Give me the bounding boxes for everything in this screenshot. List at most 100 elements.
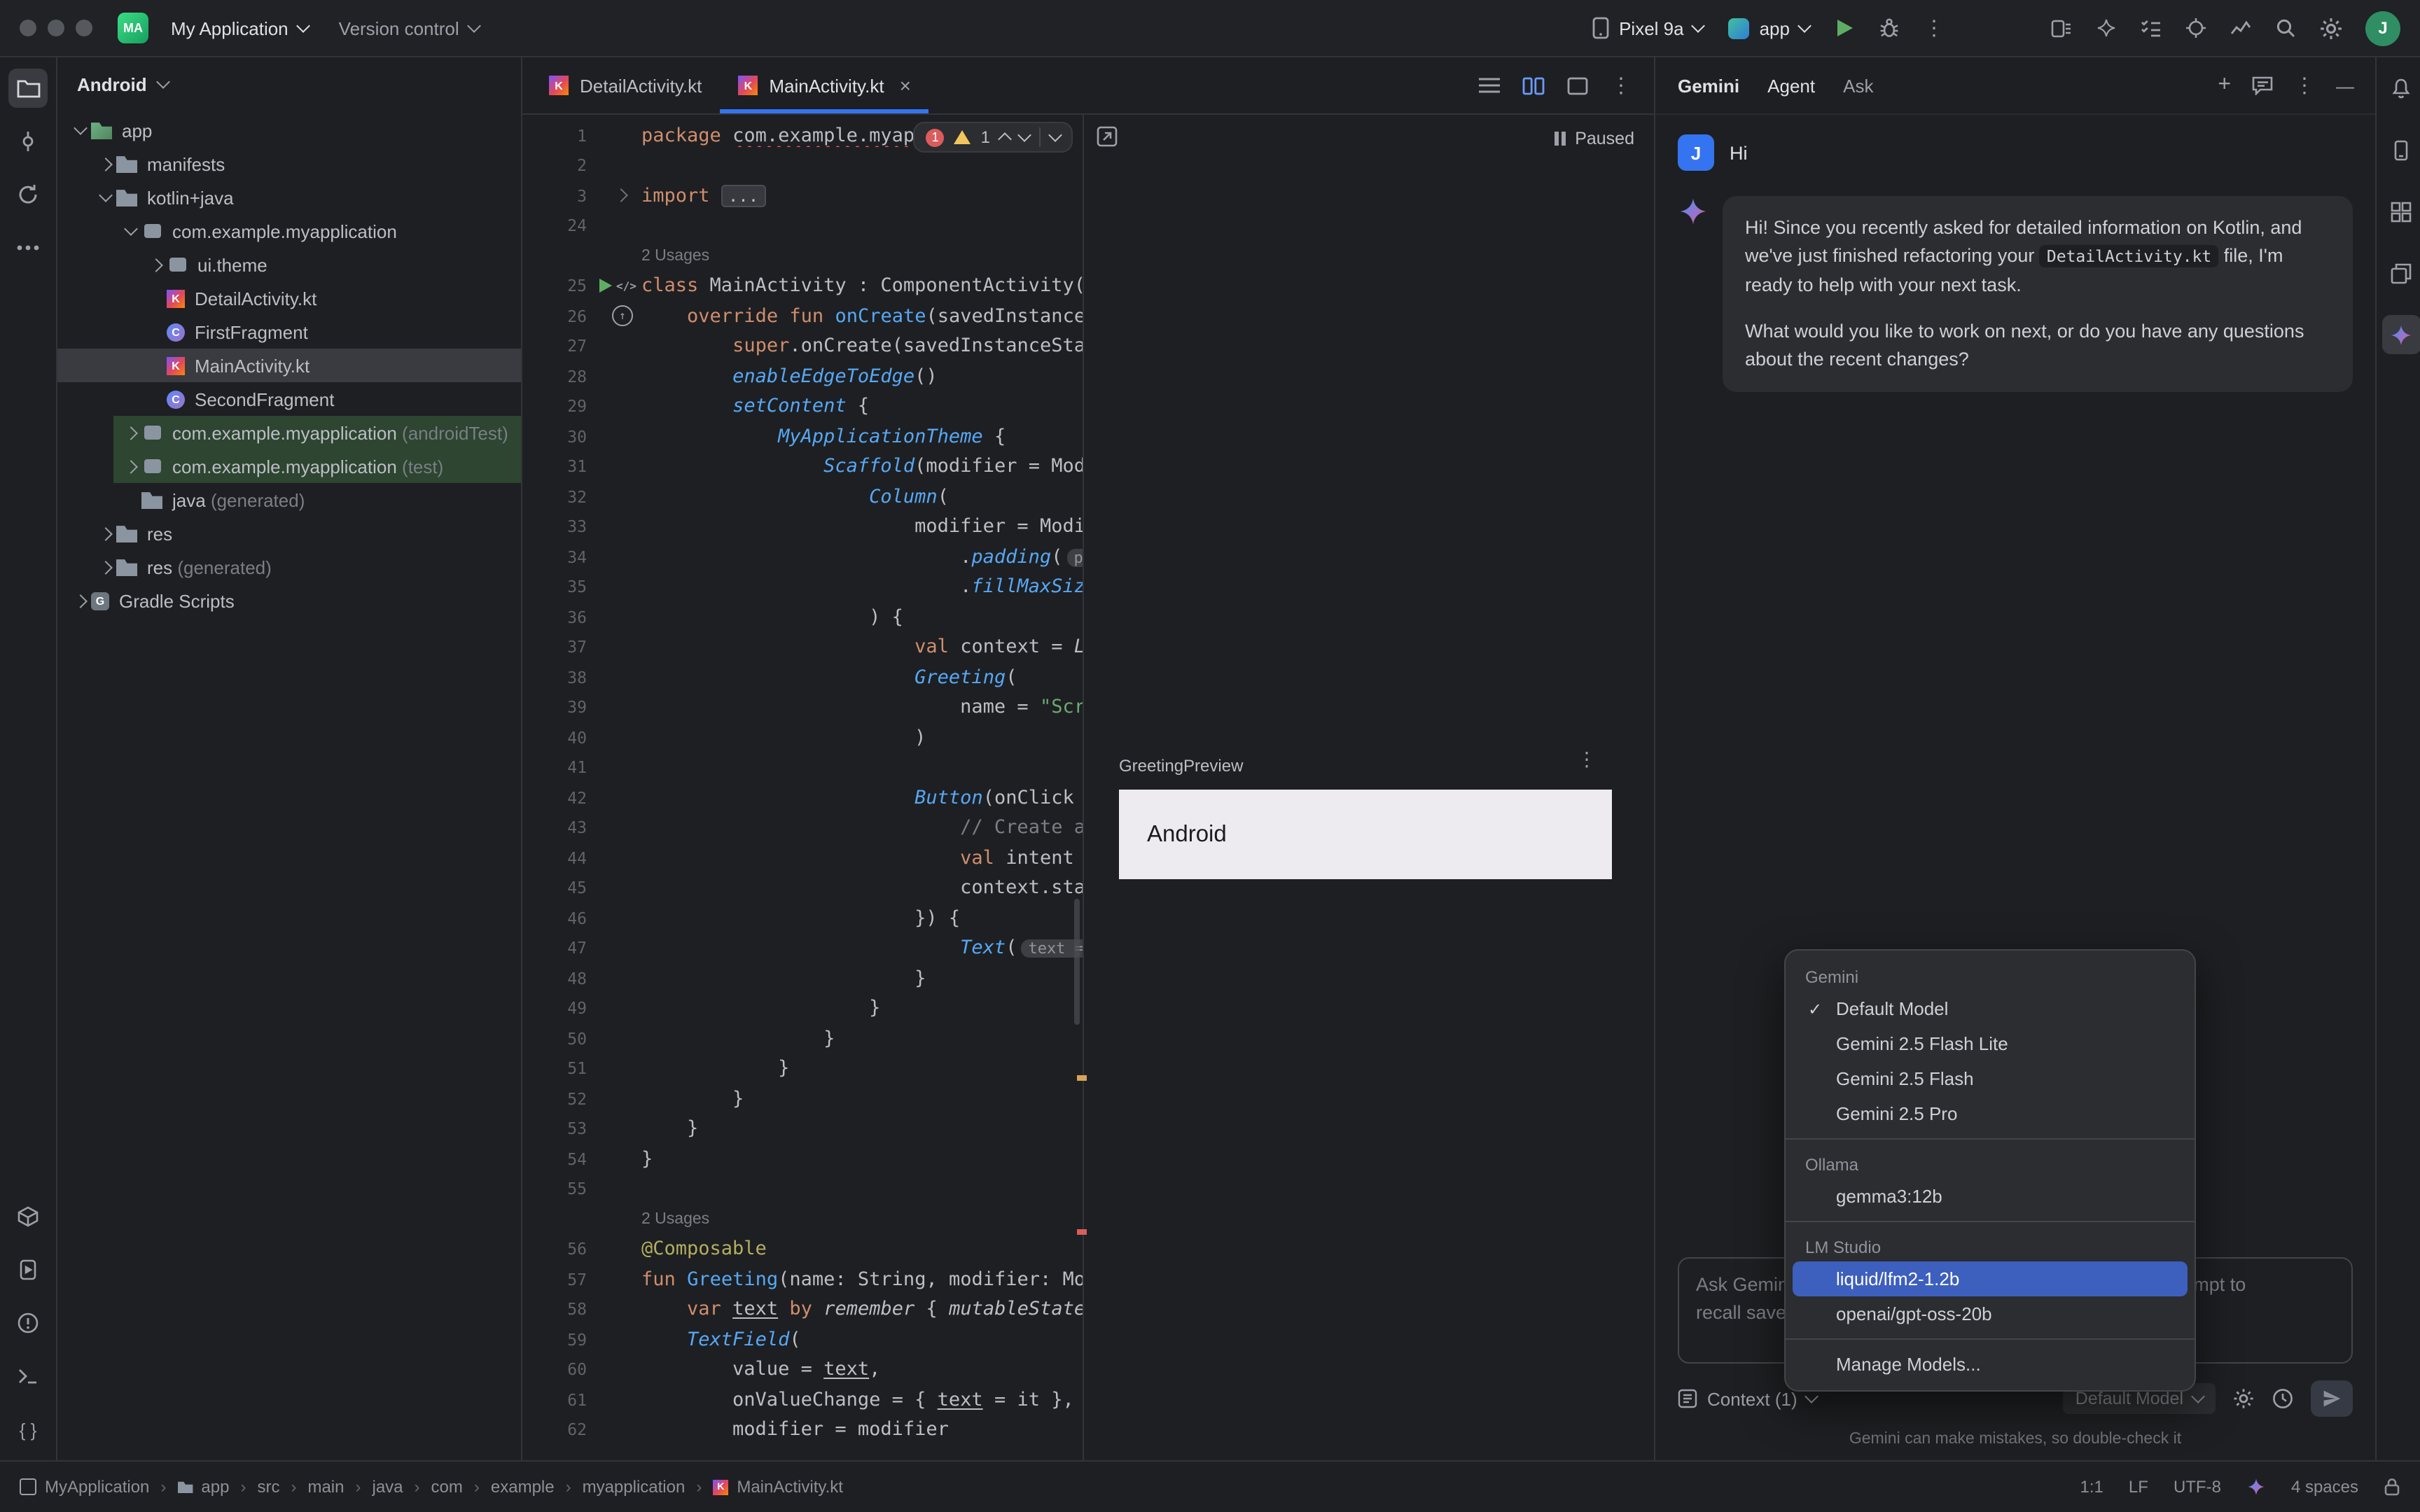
lock-icon[interactable]: [2384, 1477, 2400, 1497]
build-tool-icon[interactable]: [8, 1197, 48, 1236]
chevron-down-icon[interactable]: [69, 127, 91, 133]
code-line-46[interactable]: 46 }) {: [522, 903, 1083, 933]
preview-status[interactable]: Paused: [1554, 129, 1634, 148]
device-explorer-icon[interactable]: [2381, 130, 2420, 169]
code-line-30[interactable]: 30 MyApplicationTheme {: [522, 421, 1083, 451]
line-number[interactable]: 27: [522, 337, 599, 356]
sync-icon[interactable]: [8, 175, 48, 214]
problems-icon[interactable]: [8, 1303, 48, 1343]
inspection-menu-icon[interactable]: [1048, 128, 1062, 142]
design-view-icon[interactable]: [1567, 76, 1588, 94]
tree-item-firstfragment[interactable]: CFirstFragment: [57, 315, 521, 349]
code-line-47[interactable]: 47 Text(text = "G: [522, 933, 1083, 963]
breadcrumb-app[interactable]: app: [177, 1477, 229, 1497]
line-number[interactable]: 29: [522, 397, 599, 416]
line-number[interactable]: 3: [522, 186, 599, 206]
breadcrumb-myapplication[interactable]: MyApplication: [20, 1477, 149, 1497]
layout-inspector-icon[interactable]: [2381, 253, 2420, 293]
vcs-menu[interactable]: Version control: [331, 12, 487, 44]
tree-item-ui-theme[interactable]: ui.theme: [57, 248, 521, 281]
line-number[interactable]: 59: [522, 1330, 599, 1350]
line-number[interactable]: 58: [522, 1300, 599, 1320]
code-line-26[interactable]: 26↑ override fun onCreate(savedInstanceS…: [522, 301, 1083, 331]
line-number[interactable]: 40: [522, 728, 599, 748]
search-icon[interactable]: [2274, 17, 2297, 39]
line-number[interactable]: 28: [522, 367, 599, 386]
code-editor[interactable]: 1 1 1package com.example.myappli23import…: [522, 115, 1083, 1460]
code-line-61[interactable]: 61 onValueChange = { text = it },: [522, 1385, 1083, 1415]
code-line-52[interactable]: 52 }: [522, 1084, 1083, 1114]
profiler-icon[interactable]: [2230, 17, 2252, 39]
project-tool-icon[interactable]: [8, 69, 48, 108]
inspection-widget[interactable]: 1 1: [914, 122, 1073, 153]
line-number[interactable]: 53: [522, 1119, 599, 1139]
warning-stripe-mark[interactable]: [1077, 1075, 1087, 1081]
line-number[interactable]: 47: [522, 939, 599, 958]
tab-agent[interactable]: Agent: [1767, 75, 1815, 96]
model-option-gemma3-12b[interactable]: gemma3:12b: [1793, 1179, 2188, 1214]
line-number[interactable]: 50: [522, 1029, 599, 1049]
code-line-28[interactable]: 28 enableEdgeToEdge(): [522, 361, 1083, 391]
tree-item-res-generated[interactable]: res (generated): [57, 550, 521, 584]
code-line-50[interactable]: 50 }: [522, 1023, 1083, 1054]
breadcrumb-com[interactable]: com: [431, 1477, 463, 1497]
tab-mainactivity[interactable]: K MainActivity.kt ×: [720, 57, 929, 113]
tree-item-com-example-myapplication-test[interactable]: com.example.myapplication (test): [57, 449, 521, 483]
line-number[interactable]: 43: [522, 818, 599, 838]
chevron-down-icon[interactable]: [119, 228, 141, 234]
code-line-57[interactable]: 57fun Greeting(name: String, modifier: M…: [522, 1264, 1083, 1294]
code-line-44[interactable]: 44 val intent =: [522, 843, 1083, 873]
chevron-right-icon[interactable]: [119, 461, 141, 471]
code-line-2[interactable]: 2: [522, 150, 1083, 181]
code-line-3[interactable]: 3import ...: [522, 181, 1083, 211]
split-view-icon[interactable]: [1522, 76, 1545, 94]
line-number[interactable]: 36: [522, 608, 599, 627]
gemini-tool-icon[interactable]: [2381, 315, 2420, 354]
file-encoding[interactable]: UTF-8: [2174, 1477, 2221, 1497]
line-number[interactable]: 44: [522, 848, 599, 868]
code-line-55[interactable]: 55: [522, 1174, 1083, 1204]
code-line-40[interactable]: 40 ): [522, 722, 1083, 752]
line-number[interactable]: 54: [522, 1149, 599, 1169]
tree-item-app[interactable]: app: [57, 113, 521, 147]
tree-item-com-example-myapplication[interactable]: com.example.myapplication: [57, 214, 521, 248]
breadcrumb-src[interactable]: src: [257, 1477, 279, 1497]
line-number[interactable]: 45: [522, 878, 599, 898]
chevron-right-icon[interactable]: [94, 562, 116, 572]
line-separator[interactable]: LF: [2129, 1477, 2148, 1497]
code-line-54[interactable]: 54}: [522, 1144, 1083, 1174]
prev-issue-icon[interactable]: [998, 132, 1012, 146]
line-number[interactable]: 61: [522, 1390, 599, 1410]
fold-arrow-icon[interactable]: [614, 189, 628, 203]
preview-tools-icon[interactable]: [1097, 126, 1118, 147]
file-reference-chip[interactable]: DetailActivity.kt: [2040, 246, 2218, 268]
code-line-24[interactable]: 24: [522, 211, 1083, 241]
close-window-button[interactable]: [20, 20, 36, 36]
terminal-icon[interactable]: [8, 1357, 48, 1396]
code-line-35[interactable]: 35 .fillMaxSize(: [522, 572, 1083, 602]
code-line-45[interactable]: 45 context.start: [522, 873, 1083, 903]
checklist-icon[interactable]: [2140, 17, 2162, 39]
zoom-window-button[interactable]: [76, 20, 92, 36]
code-line-53[interactable]: 53 }: [522, 1114, 1083, 1144]
line-number[interactable]: 35: [522, 578, 599, 597]
code-view-icon[interactable]: [1479, 77, 1500, 94]
model-option-default-model[interactable]: ✓Default Model: [1793, 991, 2188, 1026]
chevron-down-icon[interactable]: [94, 195, 116, 200]
model-option-liquid-lfm2-1-2b[interactable]: liquid/lfm2-1.2b: [1793, 1261, 2188, 1296]
gemini-settings-icon[interactable]: [2232, 1387, 2255, 1410]
model-option-openai-gpt-oss-20b[interactable]: openai/gpt-oss-20b: [1793, 1296, 2188, 1331]
debug-button[interactable]: [1871, 10, 1907, 46]
line-number[interactable]: 60: [522, 1360, 599, 1380]
breadcrumb-main[interactable]: main: [307, 1477, 344, 1497]
minimize-window-button[interactable]: [48, 20, 64, 36]
resource-manager-icon[interactable]: [2381, 192, 2420, 231]
code-line-29[interactable]: 29 setContent {: [522, 391, 1083, 421]
chevron-right-icon[interactable]: [94, 528, 116, 538]
user-avatar[interactable]: J: [2365, 10, 2400, 46]
breadcrumb-mainactivity-kt[interactable]: KMainActivity.kt: [713, 1477, 843, 1497]
line-number[interactable]: 1: [522, 126, 599, 146]
tree-item-secondfragment[interactable]: CSecondFragment: [57, 382, 521, 416]
run-button[interactable]: [1826, 10, 1863, 46]
tree-item-detailactivity-kt[interactable]: KDetailActivity.kt: [57, 281, 521, 315]
